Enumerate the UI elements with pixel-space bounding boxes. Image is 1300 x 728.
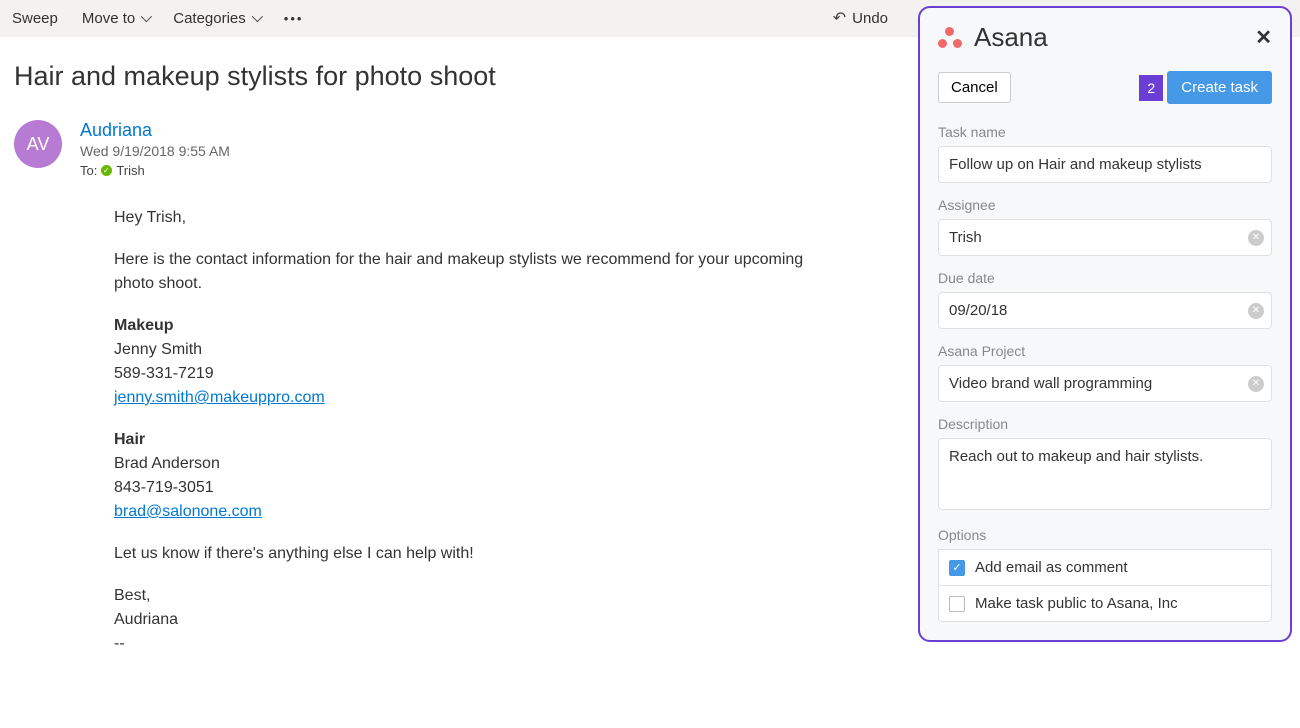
assignee-input[interactable]	[938, 219, 1272, 256]
body-greeting: Hey Trish,	[114, 206, 814, 230]
categories-button[interactable]: Categories	[173, 10, 260, 27]
body-signoff: Best, Audriana --	[114, 584, 814, 656]
options-label: Options	[938, 527, 1272, 543]
categories-label: Categories	[173, 10, 246, 27]
contact-email-link[interactable]: brad@salonone.com	[114, 503, 262, 520]
description-label: Description	[938, 416, 1272, 432]
undo-label: Undo	[852, 10, 888, 27]
option-label: Add email as comment	[975, 559, 1128, 576]
chevron-down-icon	[141, 11, 152, 22]
task-name-label: Task name	[938, 124, 1272, 140]
due-date-label: Due date	[938, 270, 1272, 286]
body-section-hair: Hair Brad Anderson 843-719-3051 brad@sal…	[114, 428, 814, 524]
undo-button[interactable]: ↶ Undo	[833, 8, 888, 28]
due-date-input[interactable]	[938, 292, 1272, 329]
task-name-input[interactable]	[938, 146, 1272, 183]
move-to-button[interactable]: Move to	[82, 10, 149, 27]
email-date: Wed 9/19/2018 9:55 AM	[80, 143, 1049, 159]
contact-name: Jenny Smith	[114, 341, 202, 358]
clear-icon[interactable]: ✕	[1248, 303, 1264, 319]
checkbox-icon[interactable]: ✓	[949, 560, 965, 576]
asana-buttons: Cancel 2 Create task	[938, 71, 1272, 104]
cancel-button[interactable]: Cancel	[938, 72, 1011, 103]
contact-phone: 843-719-3051	[114, 479, 214, 496]
more-actions-button[interactable]	[284, 11, 304, 26]
assignee-label: Assignee	[938, 197, 1272, 213]
section-title: Hair	[114, 431, 145, 448]
body-section-makeup: Makeup Jenny Smith 589-331-7219 jenny.sm…	[114, 314, 814, 410]
body-intro: Here is the contact information for the …	[114, 248, 814, 296]
contact-email-link[interactable]: jenny.smith@makeuppro.com	[114, 389, 325, 406]
asana-logo-icon	[938, 27, 962, 49]
create-task-button[interactable]: Create task	[1167, 71, 1272, 104]
asana-header: Asana ✕	[938, 22, 1272, 53]
project-label: Asana Project	[938, 343, 1272, 359]
sweep-button[interactable]: Sweep	[12, 10, 58, 27]
section-title: Makeup	[114, 317, 174, 334]
checkbox-icon[interactable]	[949, 596, 965, 612]
clear-icon[interactable]: ✕	[1248, 230, 1264, 246]
project-input[interactable]	[938, 365, 1272, 402]
contact-phone: 589-331-7219	[114, 365, 214, 382]
body-closing: Let us know if there's anything else I c…	[114, 542, 814, 566]
email-meta: Audriana Wed 9/19/2018 9:55 AM To: Trish	[80, 120, 1049, 178]
asana-panel: Asana ✕ Cancel 2 Create task Task name A…	[918, 6, 1292, 642]
undo-icon: ↶	[833, 8, 846, 28]
option-label: Make task public to Asana, Inc	[975, 595, 1178, 612]
to-label: To:	[80, 163, 97, 178]
sender-name[interactable]: Audriana	[80, 120, 152, 141]
callout-2: 2	[1139, 75, 1163, 101]
email-recipients: To: Trish	[80, 163, 1049, 178]
option-make-public[interactable]: Make task public to Asana, Inc	[938, 586, 1272, 622]
option-add-email[interactable]: ✓ Add email as comment	[938, 549, 1272, 586]
contact-name: Brad Anderson	[114, 455, 220, 472]
move-to-label: Move to	[82, 10, 135, 27]
description-input[interactable]	[938, 438, 1272, 510]
avatar: AV	[14, 120, 62, 168]
to-name: Trish	[116, 163, 144, 178]
chevron-down-icon	[252, 11, 263, 22]
email-body: Hey Trish, Here is the contact informati…	[114, 206, 814, 656]
asana-title: Asana	[974, 22, 1255, 53]
presence-icon	[101, 165, 112, 176]
close-button[interactable]: ✕	[1255, 25, 1272, 50]
clear-icon[interactable]: ✕	[1248, 376, 1264, 392]
